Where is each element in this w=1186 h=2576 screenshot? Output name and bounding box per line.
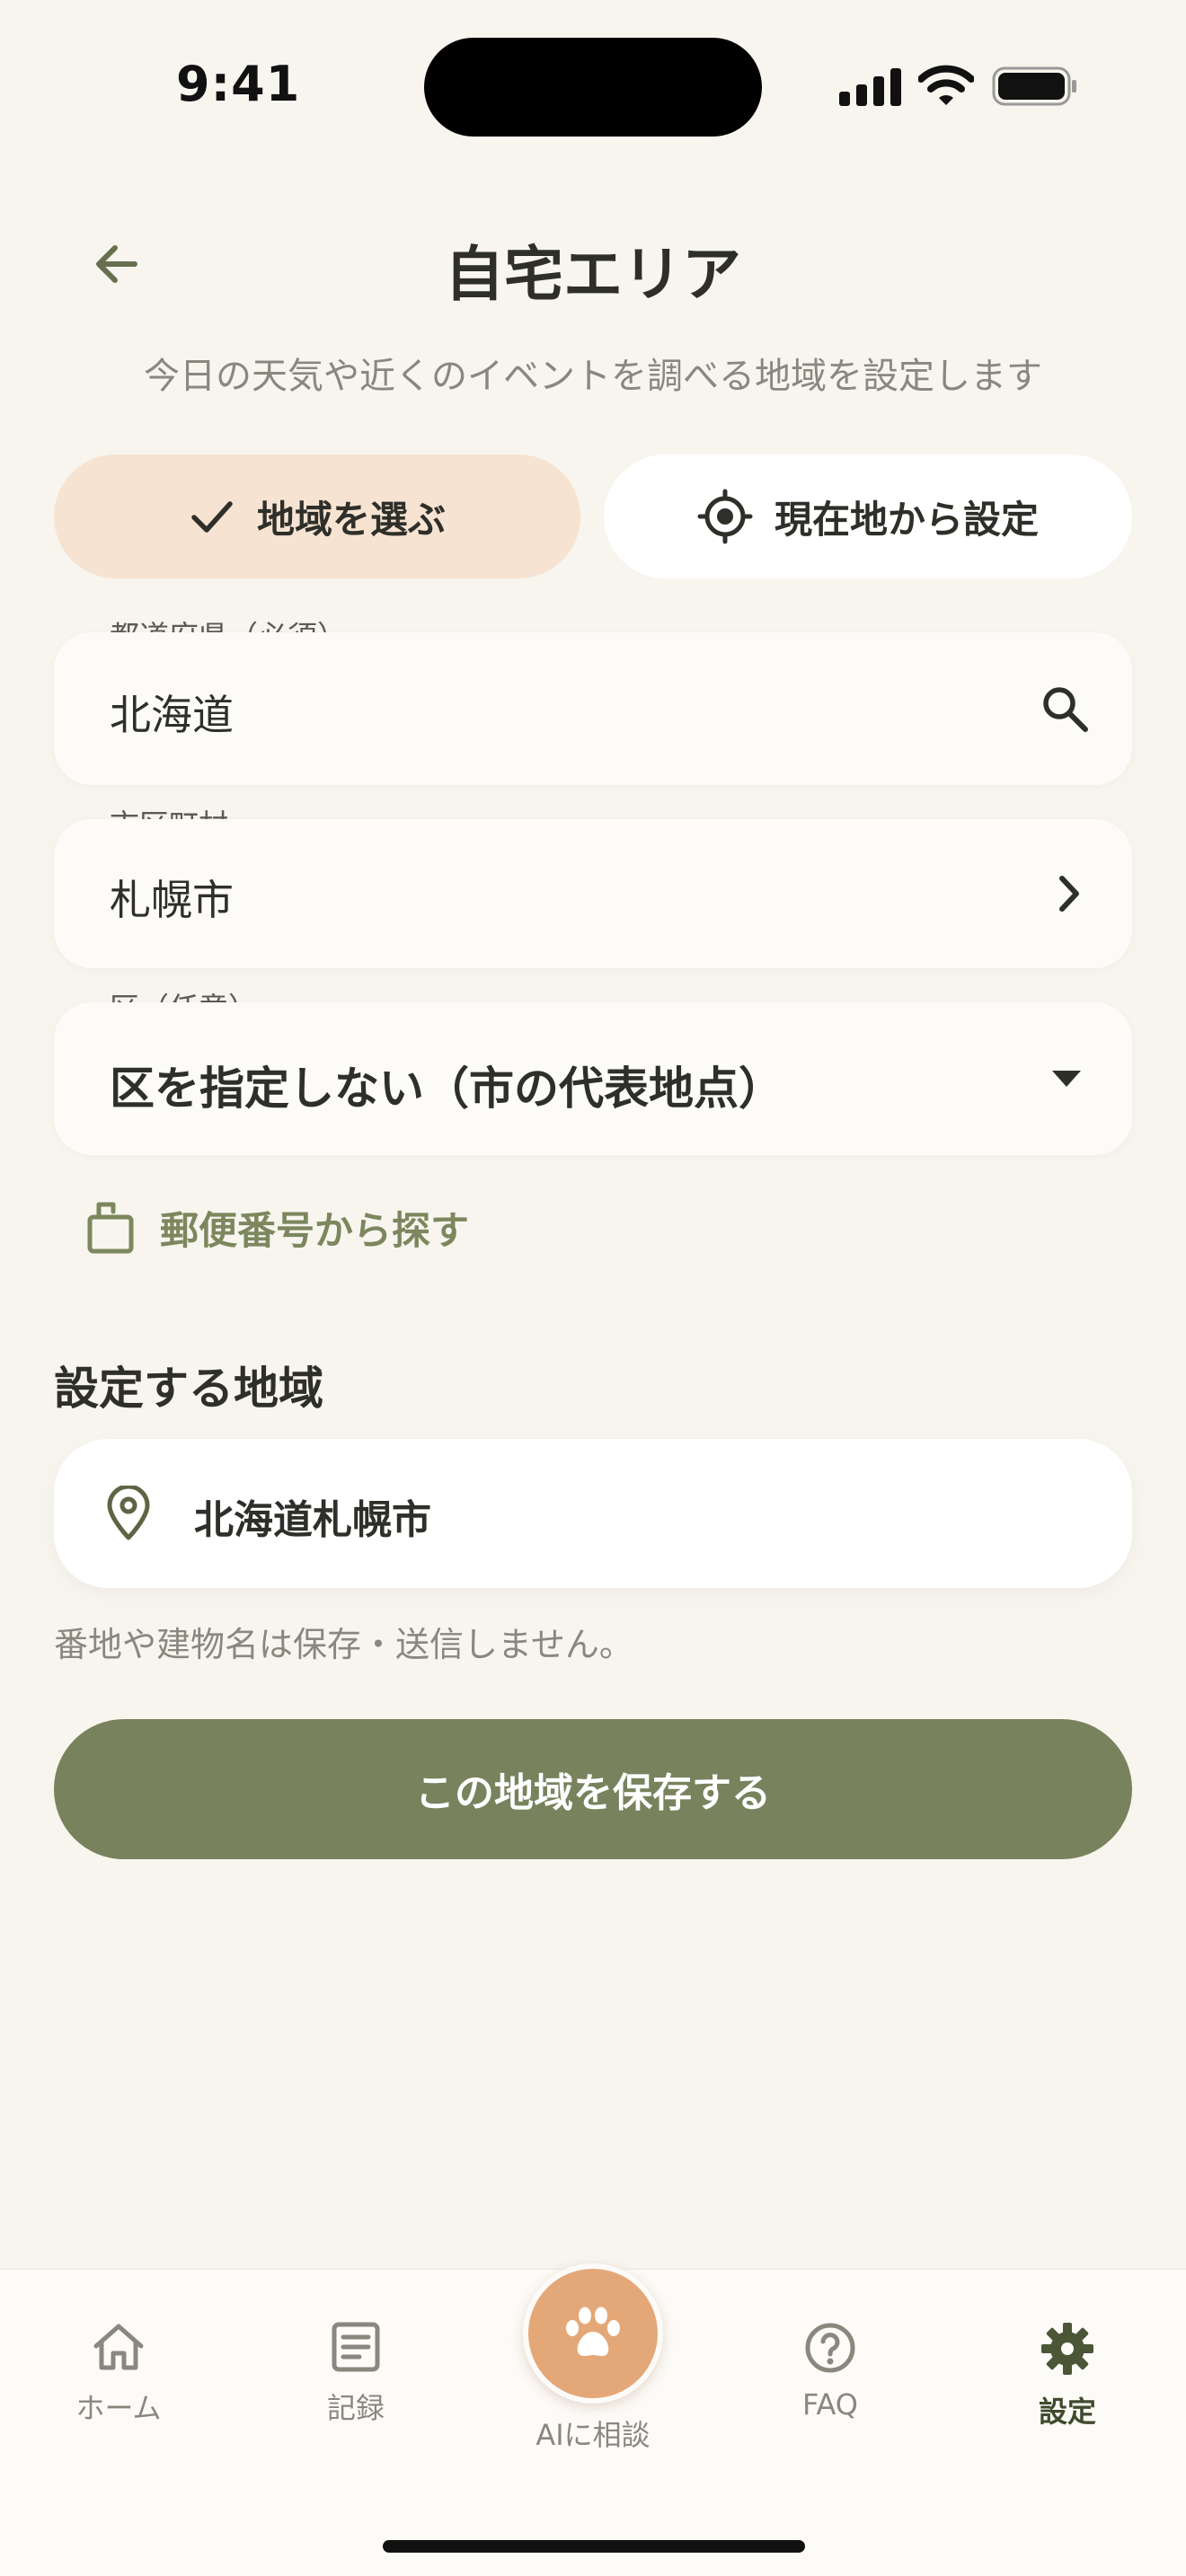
chevron-right-icon xyxy=(1059,876,1079,912)
tab-home[interactable]: ホーム xyxy=(29,2321,208,2427)
save-area-button[interactable]: この地域を保存する xyxy=(54,1719,1132,1859)
document-icon xyxy=(332,2322,380,2372)
home-indicator xyxy=(383,2540,805,2553)
battery-icon xyxy=(992,66,1076,106)
city-value: 札幌市 xyxy=(110,876,234,924)
tab-settings[interactable]: 設定 xyxy=(978,2321,1157,2430)
tab-faq[interactable]: FAQ xyxy=(740,2321,920,2422)
map-pin-icon xyxy=(107,1486,150,1540)
segment-current-location-label: 現在地から設定 xyxy=(774,497,1039,542)
ward-value: 区を指定しない（市の代表地点） xyxy=(110,1063,783,1115)
gear-icon xyxy=(1041,2323,1093,2375)
tab-ai-consult-label: AIに相談 xyxy=(535,2418,651,2452)
cellular-signal-icon xyxy=(839,68,901,106)
page-title: 自宅エリア xyxy=(445,240,741,309)
tab-ai-consult[interactable] xyxy=(523,2263,663,2404)
paw-icon xyxy=(566,2307,620,2356)
question-icon xyxy=(805,2323,855,2373)
page-subtitle: 今日の天気や近くのイベントを調べる地域を設定します xyxy=(144,356,1042,397)
check-icon xyxy=(191,501,233,533)
postal-code-link[interactable]: 郵便番号から探す xyxy=(86,1200,469,1256)
segment-choose-region[interactable]: 地域を選ぶ xyxy=(54,454,580,578)
prefecture-value: 北海道 xyxy=(110,691,234,739)
tab-records-label: 記録 xyxy=(326,2391,385,2425)
search-icon[interactable] xyxy=(1039,683,1091,735)
caret-down-icon xyxy=(1052,1071,1081,1087)
mailbox-icon xyxy=(87,1202,134,1254)
wifi-icon xyxy=(918,65,974,105)
postal-code-link-label: 郵便番号から探す xyxy=(160,1209,469,1254)
tab-home-label: ホーム xyxy=(75,2391,162,2425)
privacy-note: 番地や建物名は保存・送信しません。 xyxy=(54,1625,633,1664)
tab-faq-label: FAQ xyxy=(802,2387,858,2422)
home-icon xyxy=(93,2324,144,2370)
tab-records[interactable]: 記録 xyxy=(266,2321,446,2427)
selected-area-value: 北海道札幌市 xyxy=(194,1497,431,1543)
segment-choose-region-label: 地域を選ぶ xyxy=(256,497,446,542)
status-time: 9:41 xyxy=(176,56,301,112)
crosshair-icon xyxy=(697,489,753,544)
selected-area-heading: 設定する地域 xyxy=(54,1363,323,1415)
dynamic-island xyxy=(424,38,762,137)
tab-settings-label: 設定 xyxy=(1038,2395,1096,2429)
segment-current-location[interactable]: 現在地から設定 xyxy=(604,454,1132,578)
